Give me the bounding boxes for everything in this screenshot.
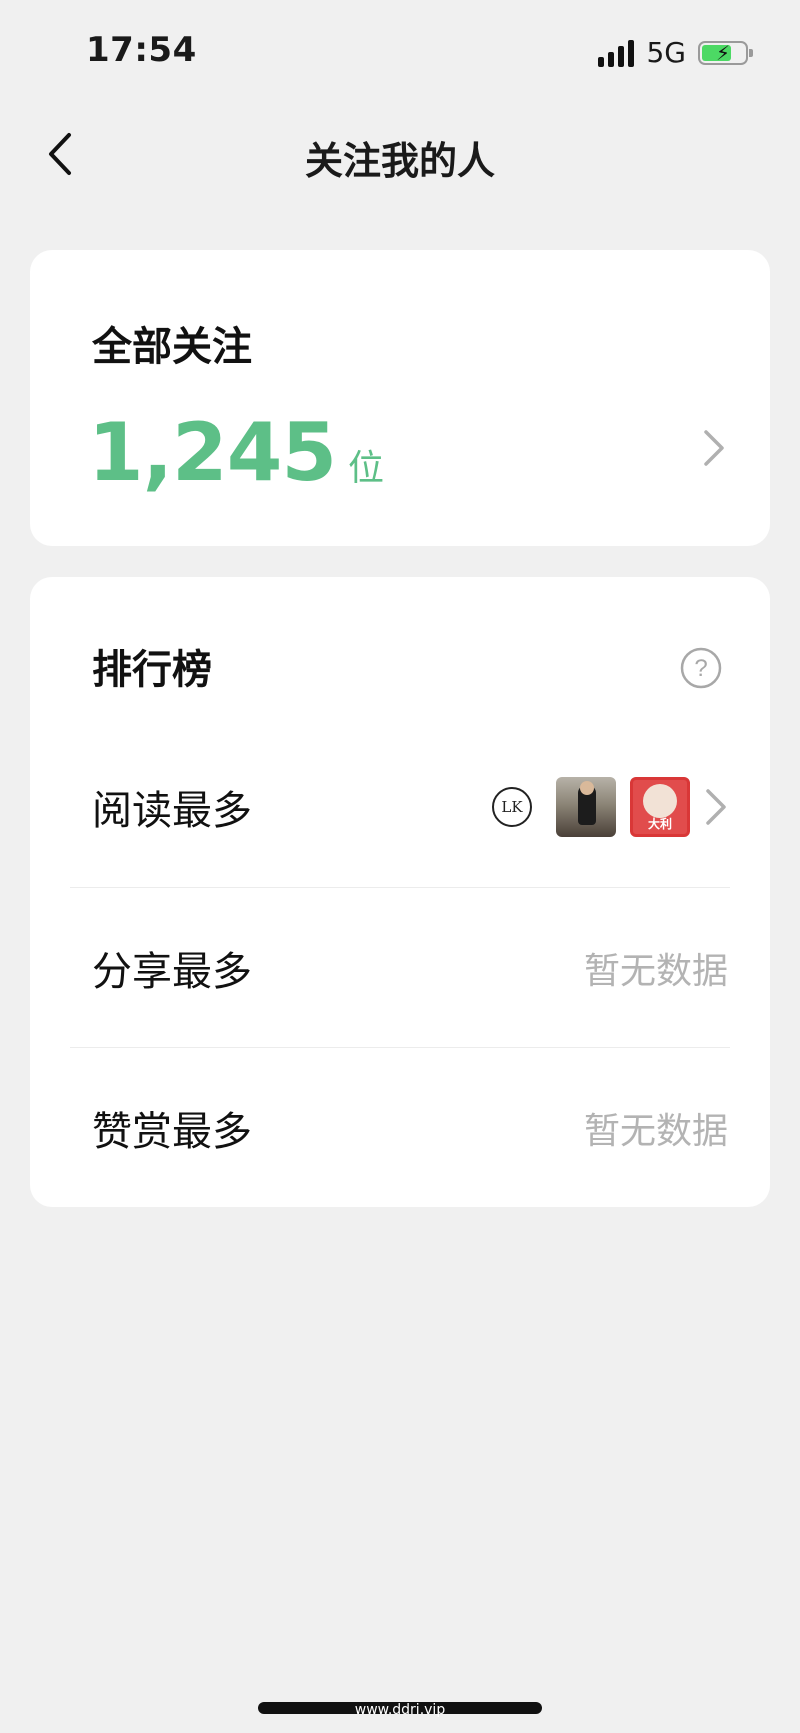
- rank-row-label: 阅读最多: [92, 788, 252, 834]
- svg-text:?: ?: [694, 655, 707, 682]
- ranking-title: 排行榜: [92, 647, 212, 693]
- avatar: LK: [482, 777, 542, 837]
- status-bar: 17:54 5G ⚡: [0, 0, 800, 100]
- page-title: 关注我的人: [304, 139, 495, 183]
- follower-count: 1,245 位: [88, 406, 384, 499]
- chevron-right-icon: [706, 789, 726, 825]
- signal-bars-icon: [598, 39, 635, 67]
- empty-state-text: 暂无数据: [583, 951, 728, 992]
- avatar: [556, 777, 616, 837]
- watermark: www.ddri.vip: [354, 1702, 446, 1718]
- rank-row-label: 赞赏最多: [92, 1109, 252, 1155]
- top-readers-avatars: LK 大利: [482, 777, 690, 837]
- chevron-right-icon: [704, 430, 724, 466]
- all-followers-title: 全部关注: [92, 324, 252, 370]
- empty-state-text: 暂无数据: [583, 1111, 728, 1152]
- follower-count-unit: 位: [348, 448, 385, 489]
- all-followers-card[interactable]: 全部关注 1,245 位: [30, 250, 770, 546]
- avatar-badge-text: 大利: [647, 817, 672, 831]
- network-type: 5G: [646, 36, 686, 69]
- battery-charging-icon: ⚡: [698, 40, 753, 65]
- status-indicators: 5G ⚡: [598, 36, 753, 69]
- rank-row-label: 分享最多: [92, 949, 252, 995]
- ranking-card: 排行榜 ? 阅读最多 LK 大利 分享最多 暂无数据 赞赏最多 暂无数据: [30, 577, 770, 1207]
- follower-count-number: 1,245: [88, 406, 337, 499]
- rank-row-most-read[interactable]: 阅读最多 LK 大利: [70, 727, 730, 887]
- avatar: 大利: [630, 777, 690, 837]
- rank-row-most-rewarded[interactable]: 赞赏最多 暂无数据: [70, 1047, 730, 1208]
- status-time: 17:54: [86, 30, 197, 70]
- lk-logo-text: LK: [492, 787, 532, 827]
- nav-bar: 关注我的人: [0, 110, 800, 200]
- rank-row-most-shared[interactable]: 分享最多 暂无数据: [70, 887, 730, 1048]
- question-circle-icon[interactable]: ?: [680, 647, 722, 689]
